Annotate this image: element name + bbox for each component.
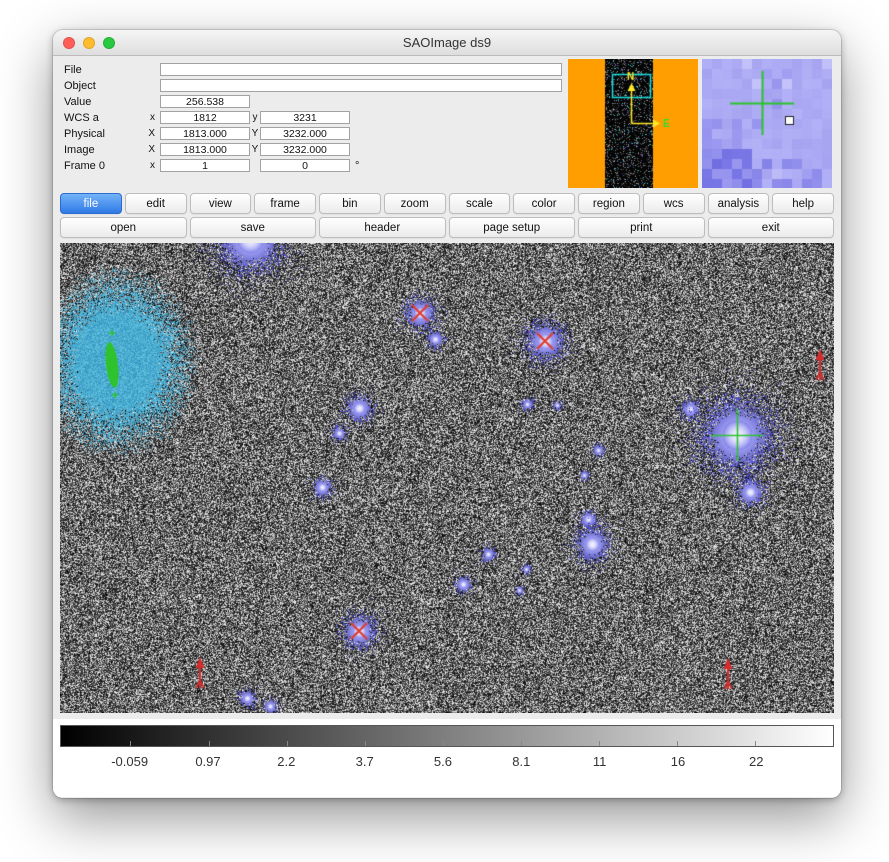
colorbar-tick-label: 3.7 xyxy=(356,754,374,769)
menu-bar: fileeditviewframebinzoomscalecolorregion… xyxy=(60,193,834,214)
titlebar[interactable]: SAOImage ds9 xyxy=(53,30,841,56)
image-y-field[interactable] xyxy=(260,143,350,156)
degree-unit-label: ° xyxy=(355,160,359,172)
menu-view[interactable]: view xyxy=(190,193,252,214)
menu-wcs[interactable]: wcs xyxy=(643,193,705,214)
frame-angle-field[interactable] xyxy=(260,159,350,172)
magnifier-canvas[interactable] xyxy=(702,59,832,188)
image-x-field[interactable] xyxy=(160,143,250,156)
menu-file[interactable]: file xyxy=(60,193,122,214)
colorbar-tick xyxy=(443,741,444,746)
colorbar-tick-label: 11 xyxy=(593,754,607,769)
file-field[interactable] xyxy=(160,63,562,76)
main-area: File Object Value WCS a x xyxy=(53,56,841,719)
colorbar-tick-label: -0.059 xyxy=(111,754,148,769)
image-label: Image xyxy=(60,144,140,156)
value-field[interactable] xyxy=(160,95,250,108)
frame-row: Frame 0 x ° xyxy=(60,158,564,173)
wcs-x-label: x xyxy=(140,112,160,123)
panner-canvas[interactable] xyxy=(568,59,698,188)
colorbar-tick-label: 5.6 xyxy=(434,754,452,769)
colorbar-tick xyxy=(365,741,366,746)
physical-label: Physical xyxy=(60,128,140,140)
menu-color[interactable]: color xyxy=(513,193,575,214)
image-y-label: Y xyxy=(250,144,260,155)
save-button[interactable]: save xyxy=(190,217,317,238)
colorbar-tick-label: 22 xyxy=(749,754,763,769)
colorbar-tick xyxy=(209,741,210,746)
value-label: Value xyxy=(60,96,140,108)
wcs-y-field[interactable] xyxy=(260,111,350,124)
object-row: Object xyxy=(60,78,564,93)
top-panel: File Object Value WCS a x xyxy=(60,59,834,188)
open-button[interactable]: open xyxy=(60,217,187,238)
file-row: File xyxy=(60,62,564,77)
object-field[interactable] xyxy=(160,79,562,92)
menu-help[interactable]: help xyxy=(772,193,834,214)
info-panel: File Object Value WCS a x xyxy=(60,59,564,188)
physical-row: Physical X Y xyxy=(60,126,564,141)
menu-scale[interactable]: scale xyxy=(449,193,511,214)
menu-edit[interactable]: edit xyxy=(125,193,187,214)
colorbar[interactable] xyxy=(60,725,834,747)
colorbar-tick xyxy=(677,741,678,746)
colorbar-tick xyxy=(130,741,131,746)
page-setup-button[interactable]: page setup xyxy=(449,217,576,238)
image-row: Image X Y xyxy=(60,142,564,157)
frame-label: Frame 0 xyxy=(60,160,140,172)
physical-y-label: Y xyxy=(250,128,260,139)
wcs-row: WCS a x y xyxy=(60,110,564,125)
print-button[interactable]: print xyxy=(578,217,705,238)
colorbar-tick xyxy=(599,741,600,746)
window-title: SAOImage ds9 xyxy=(403,35,491,50)
wcs-label: WCS a xyxy=(60,112,140,124)
minimize-button[interactable] xyxy=(83,37,95,49)
value-row: Value xyxy=(60,94,564,109)
colorbar-section: -0.059 0.97 2.2 3.7 5.6 8.1 11 16 22 xyxy=(53,719,841,797)
menu-frame[interactable]: frame xyxy=(254,193,316,214)
header-button[interactable]: header xyxy=(319,217,446,238)
file-label: File xyxy=(60,64,140,76)
traffic-lights xyxy=(63,37,115,49)
physical-x-label: X xyxy=(140,128,160,139)
colorbar-tick-label: 8.1 xyxy=(512,754,530,769)
wcs-y-label: y xyxy=(250,112,260,123)
ds9-window: SAOImage ds9 File Object Value xyxy=(53,30,841,798)
image-canvas[interactable] xyxy=(60,243,834,713)
menu-bin[interactable]: bin xyxy=(319,193,381,214)
image-x-label: X xyxy=(140,144,160,155)
frame-x-field[interactable] xyxy=(160,159,250,172)
object-label: Object xyxy=(60,80,140,92)
action-bar: opensaveheaderpage setupprintexit xyxy=(60,217,834,238)
close-button[interactable] xyxy=(63,37,75,49)
wcs-x-field[interactable] xyxy=(160,111,250,124)
menu-zoom[interactable]: zoom xyxy=(384,193,446,214)
menu-region[interactable]: region xyxy=(578,193,640,214)
colorbar-tick-label: 0.97 xyxy=(195,754,220,769)
maximize-button[interactable] xyxy=(103,37,115,49)
physical-x-field[interactable] xyxy=(160,127,250,140)
colorbar-tick xyxy=(755,741,756,746)
frame-x-label: x xyxy=(140,160,160,171)
physical-y-field[interactable] xyxy=(260,127,350,140)
menu-analysis[interactable]: analysis xyxy=(708,193,770,214)
colorbar-tick xyxy=(287,741,288,746)
colorbar-tick-label: 2.2 xyxy=(277,754,295,769)
exit-button[interactable]: exit xyxy=(708,217,835,238)
colorbar-tick-label: 16 xyxy=(671,754,685,769)
colorbar-tick xyxy=(521,741,522,746)
colorbar-labels: -0.059 0.97 2.2 3.7 5.6 8.1 11 16 22 xyxy=(60,754,834,772)
